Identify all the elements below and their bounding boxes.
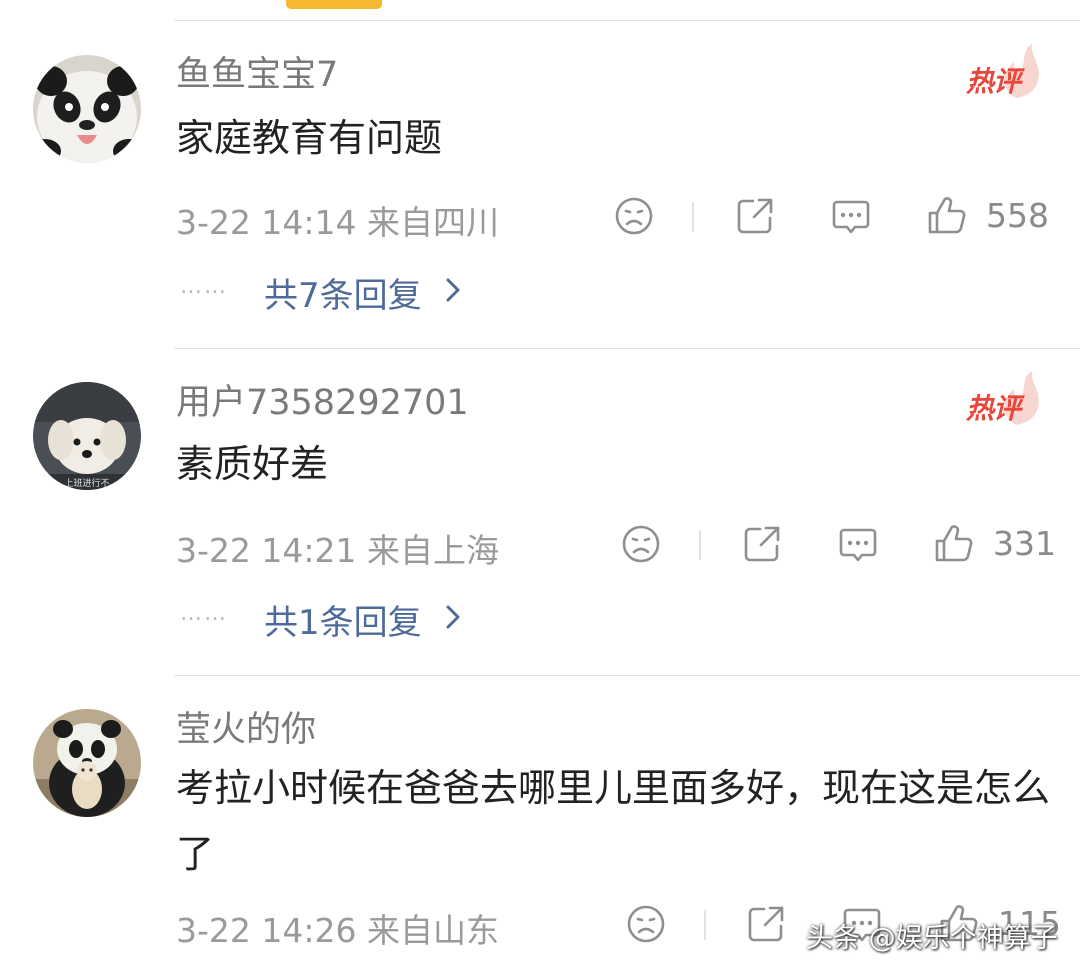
- share-icon: [744, 526, 780, 562]
- comment-username[interactable]: 鱼鱼宝宝7: [176, 58, 338, 93]
- like-button[interactable]: [931, 522, 975, 566]
- watermark: 头条 @娱乐个神算子: [806, 923, 1058, 954]
- hot-badge-label: 热评: [966, 392, 1021, 425]
- thumbs-up-icon: [928, 197, 966, 234]
- share-icon: [737, 198, 773, 234]
- meta-divider: [699, 530, 701, 560]
- comment-timestamp-location: 3-22 14:21 来自上海: [176, 531, 499, 570]
- reply-button[interactable]: [829, 194, 873, 238]
- sad-face-icon: [615, 197, 653, 235]
- top-divider: [174, 20, 1080, 21]
- dislike-button[interactable]: [624, 902, 668, 946]
- meta-divider: [692, 202, 694, 232]
- comment-timestamp-location: 3-22 14:14 来自四川: [176, 203, 499, 242]
- like-count: 558: [986, 196, 1049, 235]
- panda-face-avatar: [33, 55, 141, 163]
- white-puppy-avatar: 上班进行不: [33, 382, 141, 490]
- comment-icon: [839, 528, 877, 562]
- comment-username[interactable]: 莹火的你: [176, 713, 316, 748]
- thumbs-up-icon: [935, 525, 973, 562]
- comment-separator: [174, 348, 1080, 349]
- comment-feed: 鱼鱼宝宝7 热评 家庭教育有问题 3-22 14:14 来自四川 558 …… …: [0, 0, 1080, 973]
- comment-text: 考拉小时候在爸爸去哪里儿里面多好，现在这是怎么了: [176, 766, 1051, 876]
- comment-username[interactable]: 用户7358292701: [176, 386, 469, 421]
- panda-with-plush-avatar: [33, 709, 141, 817]
- reply-count-link[interactable]: 共7条回复: [264, 268, 422, 317]
- avatar[interactable]: [33, 709, 141, 817]
- comment-icon: [832, 200, 870, 234]
- sad-face-icon: [627, 905, 665, 943]
- comment-text: 素质好差: [176, 442, 329, 486]
- dislike-button[interactable]: [619, 522, 663, 566]
- chevron-right-icon: [446, 278, 460, 302]
- comment-meta-row: 3-22 14:14 来自四川 558: [0, 186, 1080, 246]
- share-button[interactable]: [744, 902, 788, 946]
- comment-timestamp-location: 3-22 14:26 来自山东: [176, 911, 499, 950]
- comment-meta-row: 3-22 14:21 来自上海 331: [0, 514, 1080, 574]
- like-button[interactable]: [924, 194, 968, 238]
- dislike-button[interactable]: [612, 194, 656, 238]
- chevron-right-icon: [446, 605, 460, 629]
- sad-face-icon: [622, 525, 660, 563]
- like-count: 331: [993, 524, 1056, 563]
- view-replies[interactable]: …… 共7条回复: [0, 268, 1080, 318]
- share-icon: [748, 906, 784, 942]
- reply-count-link[interactable]: 共1条回复: [264, 595, 422, 644]
- reply-button[interactable]: [836, 522, 880, 566]
- hot-badge: 热评: [966, 44, 1044, 100]
- avatar[interactable]: 上班进行不: [33, 382, 141, 490]
- hot-badge-label: 热评: [966, 65, 1021, 98]
- share-button[interactable]: [740, 522, 784, 566]
- reply-dots: ……: [180, 274, 228, 299]
- share-button[interactable]: [733, 194, 777, 238]
- tab-indicator: [286, 0, 382, 9]
- comment-text: 家庭教育有问题: [176, 116, 443, 160]
- comment-separator: [174, 675, 1080, 676]
- avatar[interactable]: [33, 55, 141, 163]
- view-replies[interactable]: …… 共1条回复: [0, 595, 1080, 645]
- reply-dots: ……: [180, 601, 228, 626]
- meta-divider: [704, 910, 706, 940]
- hot-badge: 热评: [966, 371, 1044, 427]
- svg-text:上班进行不: 上班进行不: [64, 477, 109, 489]
